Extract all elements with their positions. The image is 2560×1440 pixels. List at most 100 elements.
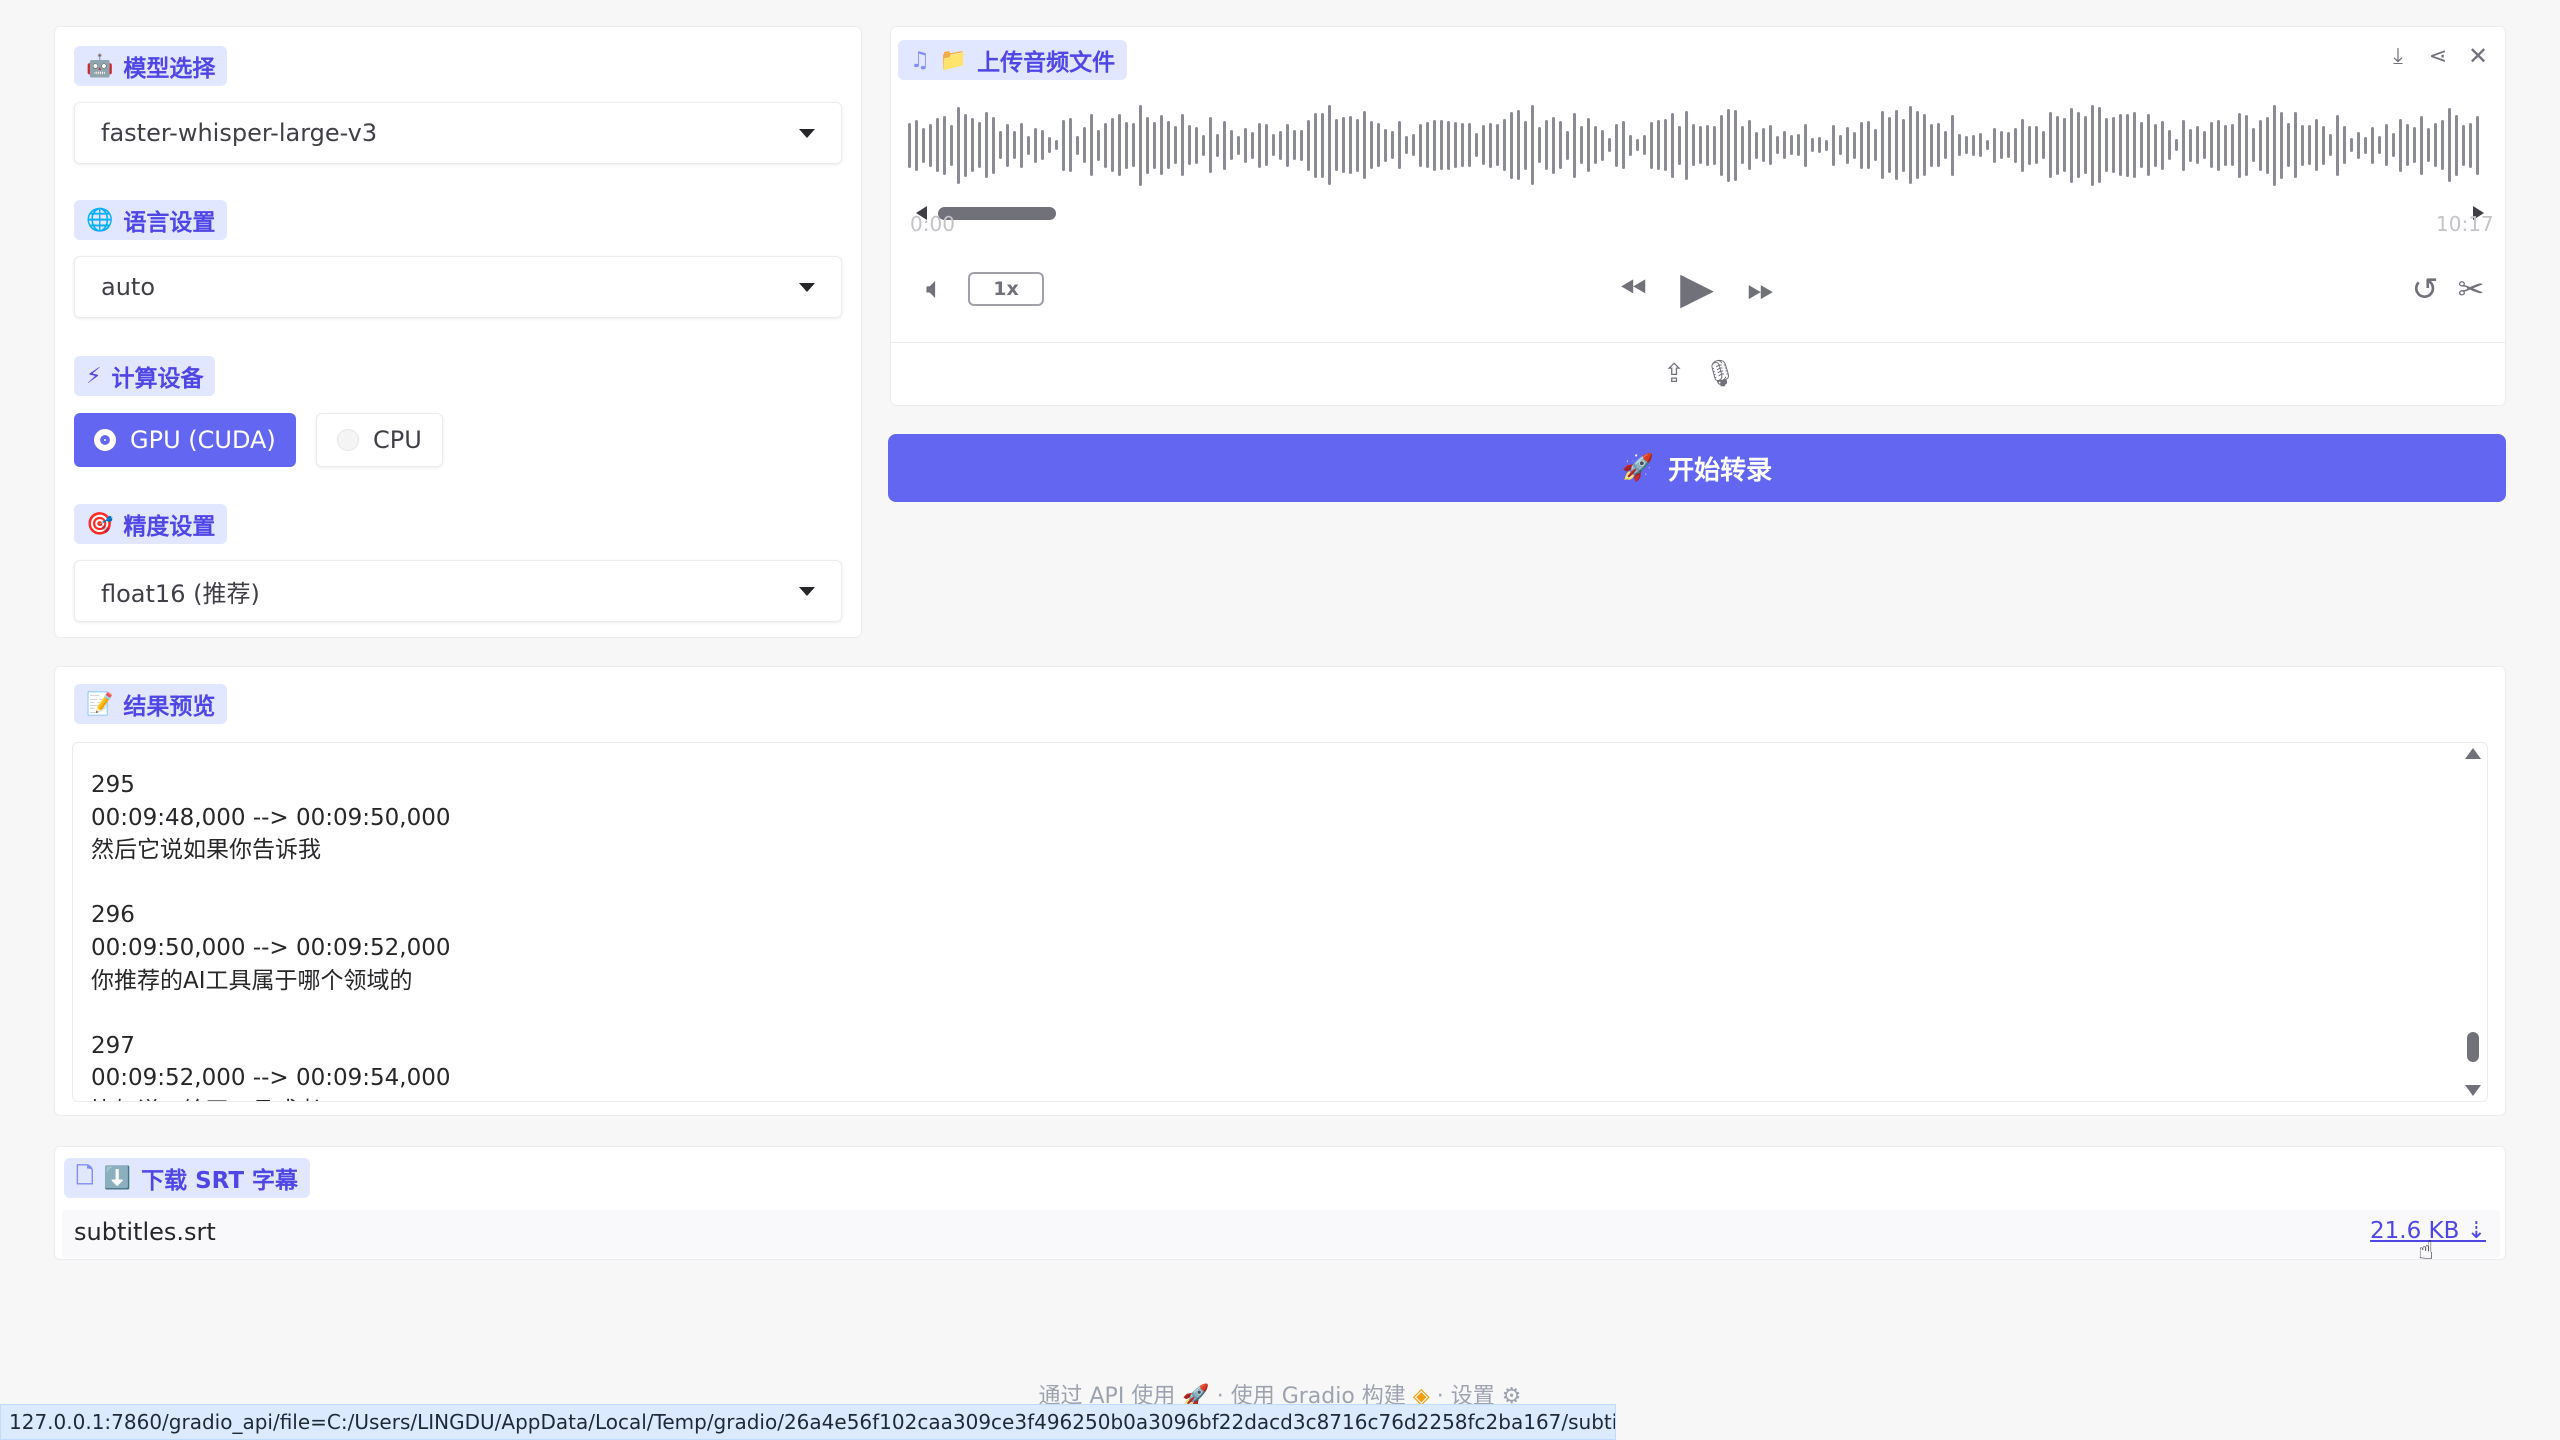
waveform-bar <box>1160 115 1163 175</box>
target-icon: 🎯 <box>86 511 114 537</box>
waveform-bar <box>2252 128 2255 162</box>
model-label: 🤖 模型选择 <box>74 46 228 86</box>
start-transcribe-button[interactable]: 🚀 开始转录 <box>888 434 2506 502</box>
waveform-bar <box>1426 122 1429 168</box>
waveform-bar <box>1881 111 1884 179</box>
waveform-bar <box>1132 123 1135 167</box>
device-option-cpu[interactable]: CPU <box>316 413 443 467</box>
waveform-bar <box>1503 119 1506 171</box>
waveform-bar <box>1202 134 1205 156</box>
play-icon[interactable]: ▶ <box>1672 260 1722 316</box>
results-scrollbar[interactable] <box>2462 746 2484 1098</box>
waveform-bar <box>1650 121 1653 169</box>
waveform-bar <box>2217 119 2220 171</box>
download-filename: subtitles.srt <box>74 1218 216 1246</box>
download-icon[interactable]: ⤓ <box>2382 40 2414 72</box>
waveform-bar <box>1496 124 1499 166</box>
device-option-gpu[interactable]: GPU (CUDA) <box>74 413 296 467</box>
waveform-bar <box>1475 133 1478 157</box>
waveform-bar <box>1118 114 1121 176</box>
upload-icon[interactable]: ⇪ <box>1656 356 1692 392</box>
waveform-bar <box>1573 112 1576 178</box>
radio-selected-icon <box>94 429 116 451</box>
waveform-bar <box>1251 131 1254 159</box>
waveform-bar <box>1755 131 1758 159</box>
waveform-bar <box>1055 140 1058 150</box>
rocket-icon: 🚀 <box>1621 453 1655 483</box>
waveform-bar <box>936 118 939 172</box>
waveform-bar <box>2035 126 2038 164</box>
waveform-bar <box>1531 105 1534 185</box>
trim-icon[interactable]: ✂ <box>2450 268 2492 310</box>
waveform-bar <box>2091 104 2094 186</box>
waveform-bar <box>999 131 1002 159</box>
scroll-thumb[interactable] <box>2467 1032 2479 1062</box>
waveform-bar <box>1979 133 1982 157</box>
scroll-thumb[interactable] <box>938 207 1056 220</box>
waveform-bar <box>1335 119 1338 171</box>
microphone-icon[interactable]: 🎙︎ <box>1702 356 1738 392</box>
waveform-bar <box>2112 117 2115 173</box>
waveform-bar <box>1685 110 1688 180</box>
waveform-bar <box>2077 112 2080 178</box>
close-icon[interactable]: ✕ <box>2462 40 2494 72</box>
time-end: 10:17 <box>2436 212 2494 234</box>
waveform-bar <box>1811 138 1814 152</box>
waveform-bar <box>1944 131 1947 159</box>
waveform-bar <box>1237 135 1240 155</box>
waveform-bar <box>1419 123 1422 167</box>
waveform-bar <box>1916 111 1919 179</box>
waveform-bar <box>1104 122 1107 168</box>
scroll-down-icon[interactable] <box>2465 1085 2481 1096</box>
fast-forward-icon[interactable]: ⏩︎ <box>1736 268 1786 310</box>
playback-speed-button[interactable]: 1x <box>968 272 1044 306</box>
waveform-bar <box>2189 128 2192 162</box>
volume-icon[interactable]: 🔈︎ <box>912 268 958 308</box>
waveform-bar <box>1965 136 1968 154</box>
waveform-bar <box>2350 138 2353 152</box>
waveform[interactable] <box>908 100 2488 190</box>
waveform-bar <box>1405 136 1408 154</box>
device-label: ⚡ 计算设备 <box>74 356 216 396</box>
share-icon[interactable]: ⋖ <box>2422 40 2454 72</box>
waveform-bar <box>1818 137 1821 153</box>
scroll-up-icon[interactable] <box>2465 748 2481 759</box>
waveform-bar <box>1713 125 1716 165</box>
waveform-bar <box>2147 114 2150 176</box>
waveform-bar <box>1692 124 1695 166</box>
waveform-scrollbar[interactable] <box>916 204 2484 222</box>
waveform-bar <box>2084 116 2087 174</box>
globe-icon: 🌐 <box>86 207 114 233</box>
waveform-bar <box>2014 127 2017 163</box>
waveform-bar <box>2259 119 2262 171</box>
waveform-bar <box>1538 127 1541 163</box>
waveform-bar <box>2028 125 2031 165</box>
rewind-icon[interactable]: ⏪︎ <box>1608 268 1658 310</box>
waveform-bar <box>1545 120 1548 170</box>
download-file-row <box>62 1210 2500 1258</box>
waveform-bar <box>2126 113 2129 177</box>
waveform-bar <box>1832 124 1835 166</box>
language-dropdown[interactable]: auto <box>74 256 842 318</box>
results-textarea[interactable]: 295 00:09:48,000 --> 00:09:50,000 然后它说如果… <box>72 742 2488 1102</box>
waveform-bar <box>1286 123 1289 167</box>
waveform-bar <box>2266 116 2269 174</box>
chevron-down-icon <box>799 282 815 292</box>
reset-icon[interactable]: ↺ <box>2404 268 2446 310</box>
waveform-bar <box>1279 130 1282 160</box>
waveform-bar <box>2336 114 2339 176</box>
waveform-bar <box>1580 126 1583 164</box>
waveform-bar <box>1265 124 1268 166</box>
waveform-bar <box>2462 124 2465 166</box>
time-start: 0:00 <box>910 212 955 234</box>
waveform-bar <box>2448 108 2451 182</box>
waveform-bar <box>2434 123 2437 167</box>
device-option-cpu-label: CPU <box>373 426 422 454</box>
model-dropdown[interactable]: faster-whisper-large-v3 <box>74 102 842 164</box>
waveform-bar <box>1398 121 1401 169</box>
waveform-bar <box>1748 120 1751 170</box>
waveform-bar <box>1937 123 1940 167</box>
precision-dropdown[interactable]: float16 (推荐) <box>74 560 842 622</box>
results-label-text: 结果预览 <box>123 694 216 720</box>
waveform-bar <box>1433 119 1436 171</box>
